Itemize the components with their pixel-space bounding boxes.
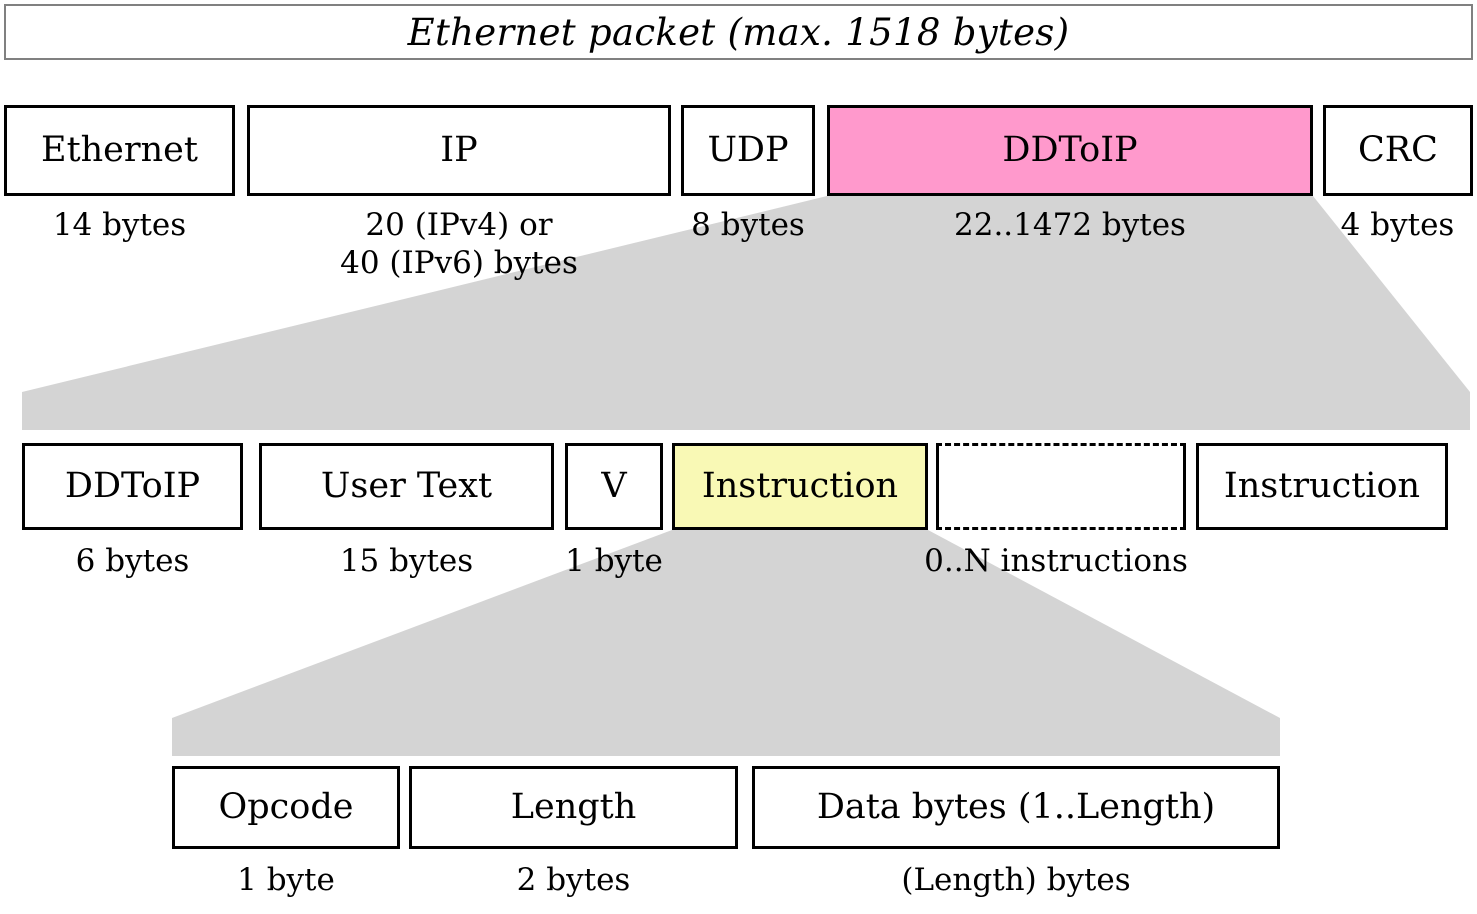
field-data-bytes[interactable]: Data bytes (1..Length): [752, 766, 1280, 849]
field-ddtoip[interactable]: DDToIP: [827, 105, 1313, 196]
field-length[interactable]: Length: [409, 766, 738, 849]
page-title: Ethernet packet (max. 1518 bytes): [407, 10, 1070, 54]
field-instruction-last[interactable]: Instruction: [1196, 443, 1448, 530]
field-v[interactable]: V: [565, 443, 663, 530]
field-instruction-first[interactable]: Instruction: [672, 443, 928, 530]
field-ip[interactable]: IP: [247, 105, 671, 196]
caption-ip: 20 (IPv4) or 40 (IPv6) bytes: [340, 207, 578, 281]
field-instruction-ellipsis: [936, 443, 1186, 530]
caption-v: 1 byte: [565, 543, 663, 579]
field-opcode[interactable]: Opcode: [172, 766, 400, 849]
field-ddtoip-header[interactable]: DDToIP: [22, 443, 243, 530]
caption-opcode: 1 byte: [237, 862, 335, 898]
field-user-text[interactable]: User Text: [259, 443, 554, 530]
caption-crc: 4 bytes: [1340, 207, 1455, 243]
caption-ethernet: 14 bytes: [52, 207, 187, 243]
caption-user-text: 15 bytes: [339, 543, 474, 579]
caption-length: 2 bytes: [516, 862, 631, 898]
packet-structure-diagram: Ethernet packet (max. 1518 bytes) Ethern…: [0, 0, 1477, 914]
caption-data-bytes: (Length) bytes: [901, 862, 1131, 898]
caption-ddtoip: 22..1472 bytes: [954, 207, 1186, 243]
field-ethernet[interactable]: Ethernet: [4, 105, 235, 196]
field-crc[interactable]: CRC: [1323, 105, 1473, 196]
caption-instructions: 0..N instructions: [924, 543, 1188, 579]
caption-udp: 8 bytes: [691, 207, 805, 243]
packet-title-bar: Ethernet packet (max. 1518 bytes): [4, 4, 1473, 60]
field-udp[interactable]: UDP: [681, 105, 815, 196]
caption-ddtoip-header: 6 bytes: [75, 543, 190, 579]
